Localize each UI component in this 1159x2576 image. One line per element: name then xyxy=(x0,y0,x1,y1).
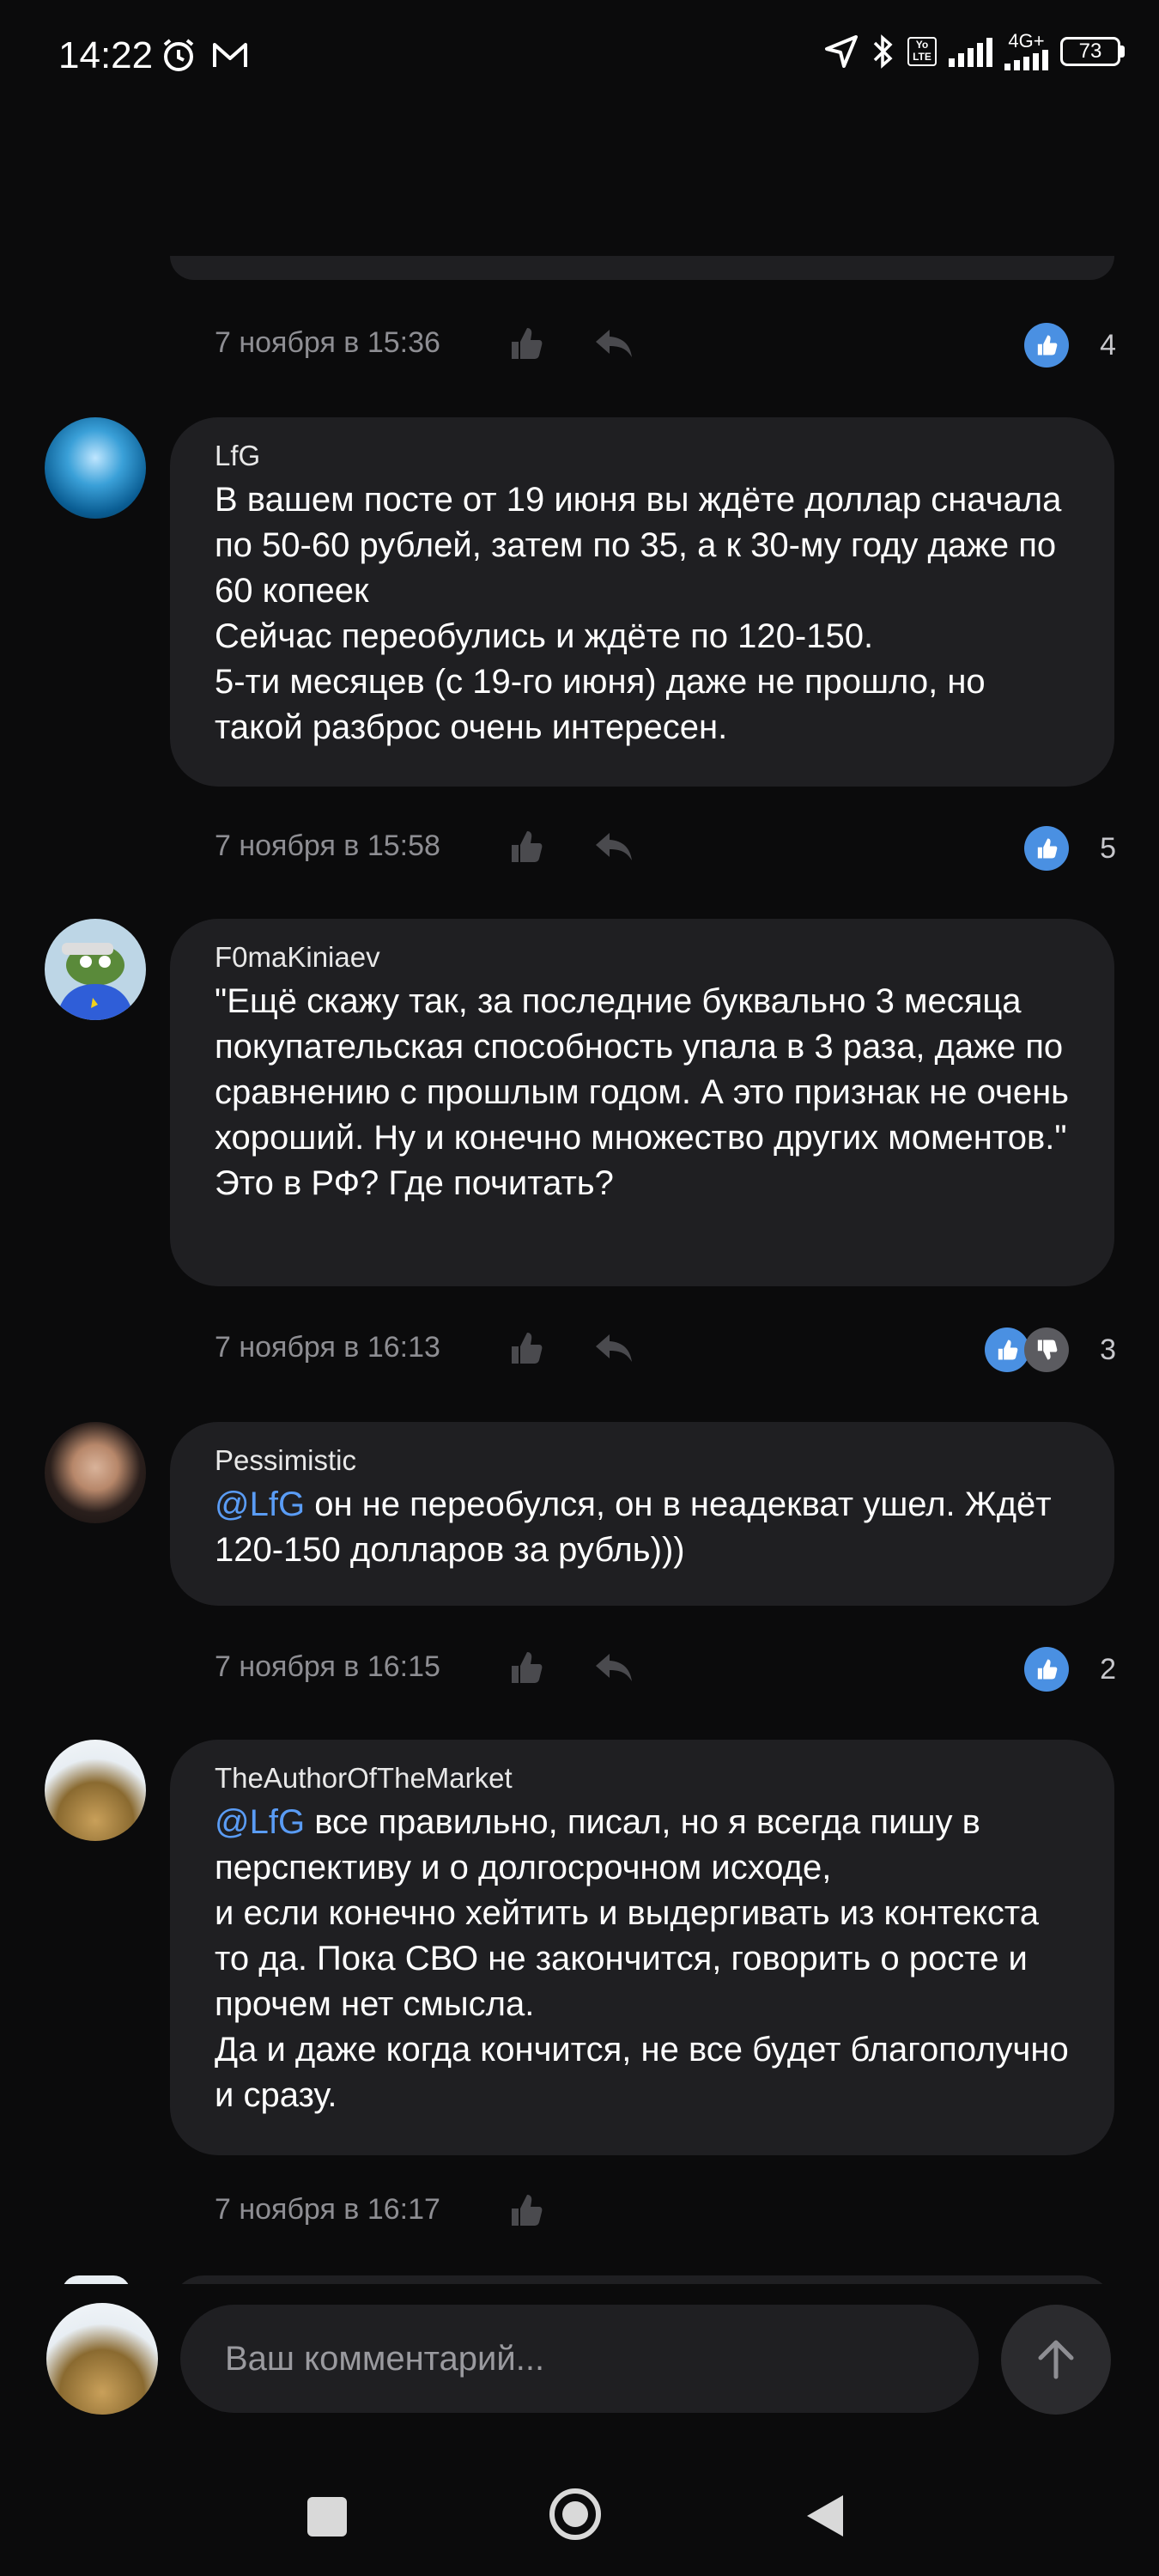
thumbs-up-icon[interactable] xyxy=(507,2191,544,2229)
reaction-summary[interactable]: 3 xyxy=(985,1327,1116,1372)
network-type: 4G+ xyxy=(1008,30,1045,52)
like-count: 4 xyxy=(1100,328,1116,361)
like-count: 2 xyxy=(1100,1652,1116,1686)
comment-author[interactable]: TheAuthorOfTheMarket xyxy=(215,1762,1070,1795)
battery-icon: 73 xyxy=(1060,37,1125,66)
comment-bubble: LfG В вашем посте от 19 июня вы ждёте до… xyxy=(170,417,1114,787)
comment-meta: 7 ноября в 15:36 4 xyxy=(215,318,1116,369)
comment-date: 7 ноября в 15:36 xyxy=(215,326,440,359)
thumbs-up-icon xyxy=(1024,1647,1070,1692)
volte-icon: Yo LTE xyxy=(907,37,937,66)
signal-icon xyxy=(949,36,992,67)
comment-date: 7 ноября в 15:58 xyxy=(215,829,440,862)
battery-level: 73 xyxy=(1060,37,1120,66)
thumbs-up-icon xyxy=(1024,323,1070,368)
thumbs-up-icon xyxy=(1024,826,1070,871)
avatar[interactable] xyxy=(45,1740,146,1841)
location-icon xyxy=(825,35,858,68)
comment-meta: 7 ноября в 16:15 2 xyxy=(215,1642,1116,1693)
comment-meta: 7 ноября в 16:13 3 xyxy=(215,1322,1116,1374)
signal-icon-2 xyxy=(1004,50,1048,70)
comment-composer xyxy=(0,2284,1159,2456)
status-right-icons: Yo LTE 4G+ 73 xyxy=(823,30,1125,70)
avatar[interactable] xyxy=(45,417,146,519)
comment-author[interactable]: F0maKiniaev xyxy=(215,941,1070,974)
thumbs-up-icon[interactable] xyxy=(507,1329,544,1367)
status-time: 14:22 xyxy=(58,34,154,76)
alarm-icon xyxy=(163,39,194,71)
status-bar: 14:22 Yo LTE 4G+ 73 xyxy=(0,0,1159,112)
mention-link[interactable]: @LfG xyxy=(215,1485,305,1523)
like-count: 3 xyxy=(1100,1333,1116,1366)
comment-author[interactable]: LfG xyxy=(215,440,1070,472)
comment-text: "Ещё скажу так, за последние буквально 3… xyxy=(215,982,1069,1202)
comment-bubble: F0maKiniaev "Ещё скажу так, за последние… xyxy=(170,919,1114,1286)
comment-input[interactable] xyxy=(180,2305,979,2413)
reply-icon[interactable] xyxy=(592,326,634,361)
comment-bubble: Pessimistic @LfG он не переобулся, он в … xyxy=(170,1422,1114,1606)
comment-bubble: TheAuthorOfTheMarket @LfG все правильно,… xyxy=(170,1740,1114,2155)
thumbs-up-icon xyxy=(985,1327,1030,1372)
reaction-summary[interactable]: 5 xyxy=(1024,826,1116,871)
gmail-icon xyxy=(213,43,247,67)
like-count: 5 xyxy=(1100,831,1116,865)
back-nav-button[interactable] xyxy=(804,2492,846,2540)
mention-link[interactable]: @LfG xyxy=(215,1803,305,1841)
comment-author[interactable]: Pessimistic xyxy=(215,1444,1070,1477)
comment-meta: 7 ноября в 15:58 5 xyxy=(215,821,1116,872)
comment-text-body: он не переобулся, он в неадекват ушел. Ж… xyxy=(215,1485,1052,1569)
bluetooth-icon xyxy=(873,34,893,69)
reaction-summary[interactable]: 4 xyxy=(1024,323,1116,368)
network-indicator: 4G+ xyxy=(1004,30,1048,70)
avatar[interactable] xyxy=(45,1422,146,1523)
comment-bubble-edge xyxy=(170,256,1114,280)
thumbs-up-icon[interactable] xyxy=(507,325,544,362)
comment-date: 7 ноября в 16:13 xyxy=(215,1331,440,1364)
reply-icon[interactable] xyxy=(592,1331,634,1365)
comment-meta: 7 ноября в 16:17 xyxy=(215,2184,1116,2236)
comment-text-body: все правильно, писал, но я всегда пишу в… xyxy=(215,1803,1069,2114)
send-button[interactable] xyxy=(1001,2305,1111,2415)
comment-date: 7 ноября в 16:15 xyxy=(215,1650,440,1683)
reaction-summary[interactable]: 2 xyxy=(1024,1647,1116,1692)
reply-icon[interactable] xyxy=(592,1650,634,1685)
reply-icon[interactable] xyxy=(592,829,634,864)
status-left-icons xyxy=(160,36,249,74)
comment-date: 7 ноября в 16:17 xyxy=(215,2193,440,2226)
comment-text: В вашем посте от 19 июня вы ждёте доллар… xyxy=(215,481,1062,746)
header-overlay xyxy=(0,112,1159,256)
avatar[interactable] xyxy=(45,919,146,1020)
arrow-up-icon xyxy=(1038,2340,1074,2379)
user-avatar[interactable] xyxy=(46,2303,158,2415)
system-navbar xyxy=(0,2456,1159,2576)
frog-avatar-icon xyxy=(57,943,134,1020)
thumbs-down-icon xyxy=(1024,1327,1070,1372)
comment-text: @LfG он не переобулся, он в неадекват уш… xyxy=(215,1482,1070,1573)
thumbs-up-icon[interactable] xyxy=(507,1649,544,1686)
recent-apps-button[interactable] xyxy=(307,2497,347,2537)
comment-text: @LfG все правильно, писал, но я всегда п… xyxy=(215,1800,1070,2118)
thumbs-up-icon[interactable] xyxy=(507,828,544,866)
home-button[interactable] xyxy=(548,2487,603,2542)
